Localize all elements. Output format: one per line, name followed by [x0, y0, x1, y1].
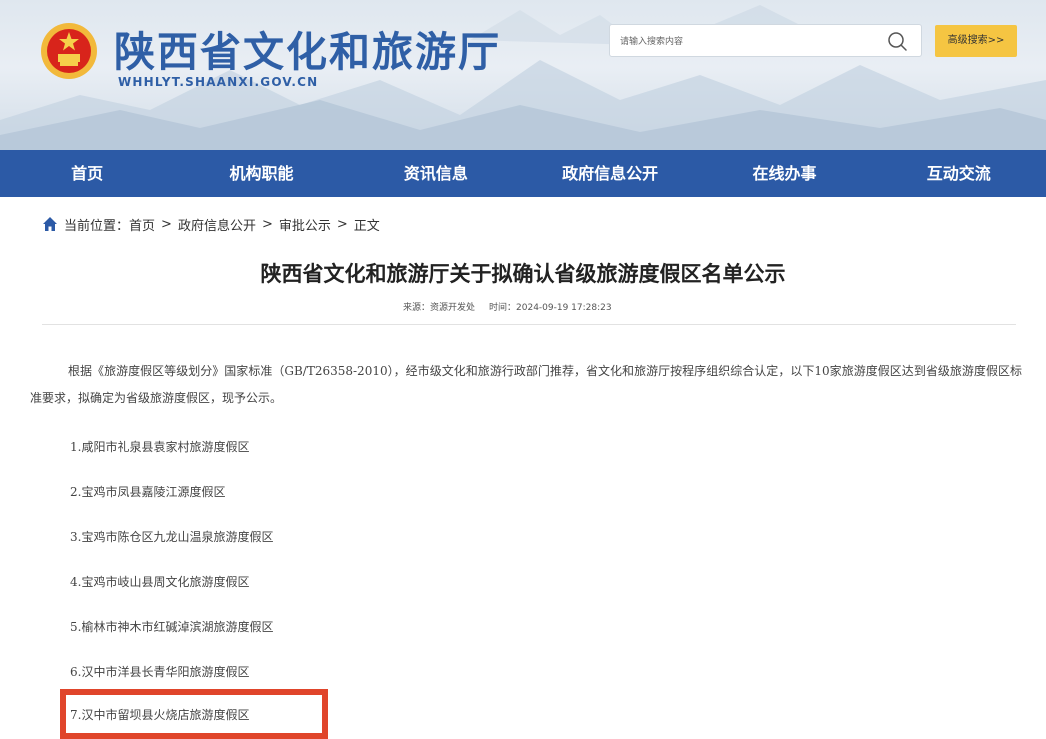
breadcrumb-current: 正文	[353, 218, 380, 234]
nav-item-interaction[interactable]: 互动交流	[872, 150, 1046, 197]
nav-item-gov-info[interactable]: 政府信息公开	[523, 150, 697, 197]
main-nav: 首页 机构职能 资讯信息 政府信息公开 在线办事 互动交流	[0, 150, 1046, 197]
site-header: 陕西省文化和旅游厅 WHHLYT.SHAANXI.GOV.CN 高级搜索>>	[0, 0, 1046, 150]
list-item: 3.宝鸡市陈仓区九龙山温泉旅游度假区	[70, 530, 274, 544]
breadcrumb-separator: >	[161, 216, 172, 232]
list-item: 1.咸阳市礼泉县袁家村旅游度假区	[70, 440, 250, 454]
nav-item-functions[interactable]: 机构职能	[174, 150, 348, 197]
search-input[interactable]	[618, 31, 872, 53]
site-domain: WHHLYT.SHAANXI.GOV.CN	[118, 75, 319, 89]
article-intro: 根据《旅游度假区等级划分》国家标准（GB/T26358-2010），经市级文化和…	[30, 364, 1022, 405]
breadcrumb-gov-info[interactable]: 政府信息公开	[178, 215, 256, 234]
nav-item-home[interactable]: 首页	[0, 150, 174, 197]
site-title[interactable]: 陕西省文化和旅游厅	[114, 18, 501, 78]
breadcrumb-label: 当前位置：	[64, 218, 130, 234]
nav-item-news[interactable]: 资讯信息	[349, 150, 523, 197]
title-divider	[42, 324, 1016, 325]
breadcrumb-home[interactable]: 首页	[129, 215, 155, 234]
breadcrumb-approval[interactable]: 审批公示	[279, 215, 331, 234]
breadcrumb-separator: >	[261, 216, 273, 232]
nav-item-online-services[interactable]: 在线办事	[697, 150, 871, 197]
search-icon[interactable]	[886, 30, 908, 52]
article-meta: 来源：资源开发处 时间：2024-09-19 17:28:23	[403, 300, 612, 313]
national-emblem-icon	[41, 23, 97, 79]
list-item: 4.宝鸡市岐山县周文化旅游度假区	[70, 575, 250, 589]
home-icon	[43, 217, 57, 231]
article-source: 来源：资源开发处	[403, 303, 476, 313]
breadcrumb: 当前位置： 首页 > 政府信息公开 > 审批公示 > 正文	[42, 214, 380, 234]
list-item: 6.汉中市洋县长青华阳旅游度假区	[70, 665, 250, 679]
article-title: 陕西省文化和旅游厅关于拟确认省级旅游度假区名单公示	[260, 262, 786, 286]
breadcrumb-separator: >	[336, 216, 348, 232]
list-item: 5.榆林市神木市红碱淖滨湖旅游度假区	[70, 620, 274, 634]
article-time: 时间：2024-09-19 17:28:23	[489, 303, 612, 313]
list-item-highlighted: 7.汉中市留坝县火烧店旅游度假区	[70, 708, 250, 722]
advanced-search-button[interactable]: 高级搜索>>	[935, 25, 1017, 57]
list-item: 2.宝鸡市凤县嘉陵江源度假区	[70, 485, 226, 499]
search-box	[609, 24, 922, 57]
